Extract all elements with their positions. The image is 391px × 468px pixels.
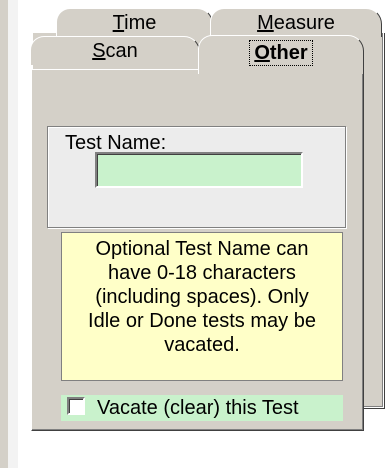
screen-root: Time Measure Scan Other Test Name: Optio… — [0, 0, 391, 468]
info-note: Optional Test Name can have 0-18 charact… — [61, 232, 343, 381]
info-line: (including spaces). Only — [95, 286, 309, 308]
vacate-checkbox[interactable] — [67, 397, 85, 415]
info-line: have 0-18 characters — [108, 262, 296, 284]
tab-other-label: Other — [254, 42, 308, 64]
left-rail-inner — [8, 0, 18, 468]
tab-scan-label: Scan — [92, 40, 138, 62]
tab-scan[interactable]: Scan — [30, 36, 200, 65]
vacate-checkbox-label[interactable]: Vacate (clear) this Test — [97, 397, 299, 419]
info-line: vacated. — [164, 334, 240, 356]
test-name-group-label: Test Name: — [61, 133, 171, 153]
test-name-input[interactable] — [95, 152, 303, 188]
vacate-checkbox-row[interactable]: Vacate (clear) this Test — [61, 395, 343, 421]
tab-time-label: Time — [112, 12, 157, 34]
tab-time[interactable]: Time — [56, 8, 213, 37]
tab-measure[interactable]: Measure — [210, 8, 382, 37]
info-line: Optional Test Name can — [95, 238, 309, 260]
tab-measure-label: Measure — [257, 12, 335, 34]
tab-other[interactable]: Other — [198, 35, 364, 74]
tab-focus-rect: Other — [249, 40, 313, 66]
info-line: Idle or Done tests may be — [88, 310, 316, 332]
